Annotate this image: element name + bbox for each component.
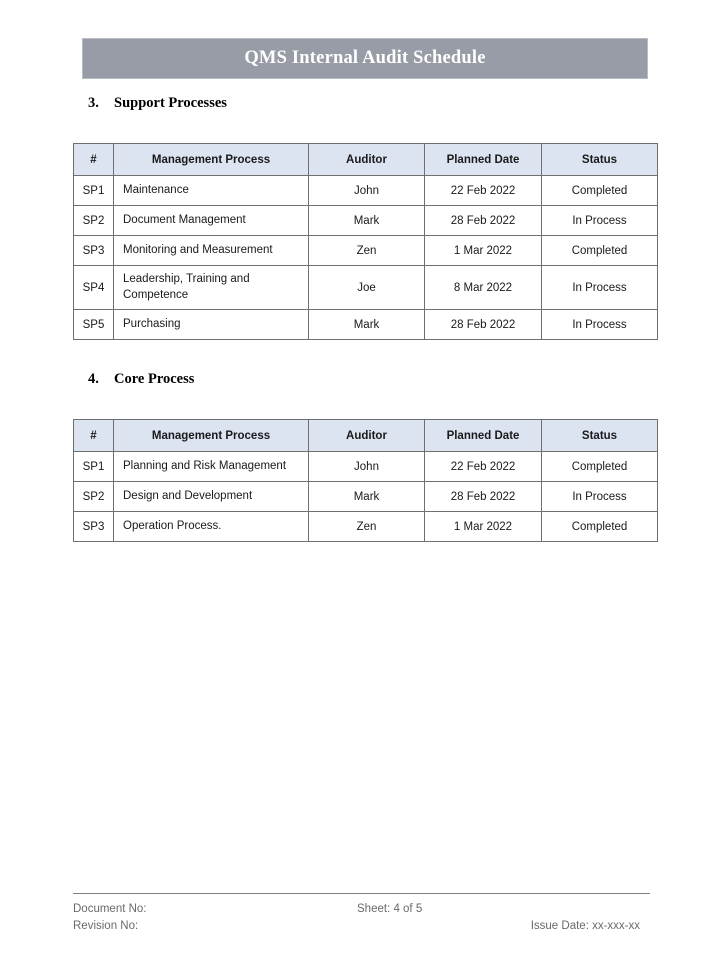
footer-document-no: Document No: <box>73 903 147 915</box>
cell-number: SP3 <box>73 235 114 266</box>
cell-process: Design and Development <box>113 481 309 512</box>
cell-auditor: Zen <box>308 235 425 266</box>
footer-divider <box>73 893 650 894</box>
table-header-row: # Management Process Auditor Planned Dat… <box>73 419 658 452</box>
cell-number: SP5 <box>73 309 114 340</box>
cell-planned-date: 28 Feb 2022 <box>424 205 542 236</box>
cell-status: Completed <box>541 511 658 542</box>
core-process-table: # Management Process Auditor Planned Dat… <box>73 419 658 542</box>
section-heading-core-process: 4. Core Process <box>88 371 194 388</box>
cell-planned-date: 22 Feb 2022 <box>424 175 542 206</box>
document-title-banner: QMS Internal Audit Schedule <box>82 38 648 79</box>
section-heading-support-processes: 3. Support Processes <box>88 95 227 112</box>
table-row: SP5 Purchasing Mark 28 Feb 2022 In Proce… <box>73 309 658 340</box>
column-header-process: Management Process <box>113 143 309 176</box>
cell-planned-date: 22 Feb 2022 <box>424 451 542 482</box>
cell-status: In Process <box>541 205 658 236</box>
cell-auditor: Mark <box>308 309 425 340</box>
table-row: SP3 Operation Process. Zen 1 Mar 2022 Co… <box>73 511 658 542</box>
cell-auditor: John <box>308 451 425 482</box>
cell-process: Purchasing <box>113 309 309 340</box>
cell-auditor: Mark <box>308 481 425 512</box>
section-label: Support Processes <box>114 95 227 111</box>
column-header-number: # <box>73 419 114 452</box>
cell-auditor: Mark <box>308 205 425 236</box>
table-row: SP2 Design and Development Mark 28 Feb 2… <box>73 481 658 512</box>
cell-status: Completed <box>541 451 658 482</box>
cell-process: Document Management <box>113 205 309 236</box>
cell-status: In Process <box>541 481 658 512</box>
cell-process: Monitoring and Measurement <box>113 235 309 266</box>
cell-number: SP4 <box>73 265 114 310</box>
section-label: Core Process <box>114 371 195 387</box>
cell-number: SP1 <box>73 451 114 482</box>
cell-planned-date: 28 Feb 2022 <box>424 309 542 340</box>
column-header-planned-date: Planned Date <box>424 143 542 176</box>
cell-number: SP3 <box>73 511 114 542</box>
cell-planned-date: 1 Mar 2022 <box>424 511 542 542</box>
column-header-auditor: Auditor <box>308 143 425 176</box>
column-header-planned-date: Planned Date <box>424 419 542 452</box>
cell-process: Planning and Risk Management <box>113 451 309 482</box>
footer-revision-no: Revision No: <box>73 920 139 932</box>
table-row: SP3 Monitoring and Measurement Zen 1 Mar… <box>73 235 658 266</box>
table-row: SP1 Planning and Risk Management John 22… <box>73 451 658 482</box>
cell-number: SP2 <box>73 205 114 236</box>
cell-status: In Process <box>541 309 658 340</box>
cell-status: Completed <box>541 235 658 266</box>
footer-sheet-number: Sheet: 4 of 5 <box>357 903 423 915</box>
cell-planned-date: 8 Mar 2022 <box>424 265 542 310</box>
cell-status: Completed <box>541 175 658 206</box>
cell-process: Maintenance <box>113 175 309 206</box>
column-header-number: # <box>73 143 114 176</box>
cell-auditor: Zen <box>308 511 425 542</box>
column-header-status: Status <box>541 419 658 452</box>
support-processes-table: # Management Process Auditor Planned Dat… <box>73 143 658 340</box>
column-header-process: Management Process <box>113 419 309 452</box>
footer-issue-date: Issue Date: xx-xxx-xx <box>530 920 640 932</box>
table-row: SP1 Maintenance John 22 Feb 2022 Complet… <box>73 175 658 206</box>
page-footer: Document No: Sheet: 4 of 5 Revision No: … <box>73 893 650 943</box>
column-header-auditor: Auditor <box>308 419 425 452</box>
column-header-status: Status <box>541 143 658 176</box>
table-row: SP2 Document Management Mark 28 Feb 2022… <box>73 205 658 236</box>
section-number: 3. <box>88 95 99 111</box>
cell-number: SP2 <box>73 481 114 512</box>
cell-auditor: John <box>308 175 425 206</box>
document-page: QMS Internal Audit Schedule 3. Support P… <box>0 0 720 969</box>
cell-planned-date: 1 Mar 2022 <box>424 235 542 266</box>
section-number: 4. <box>88 371 99 387</box>
cell-planned-date: 28 Feb 2022 <box>424 481 542 512</box>
page-title: QMS Internal Audit Schedule <box>244 48 486 68</box>
cell-process: Operation Process. <box>113 511 309 542</box>
table-header-row: # Management Process Auditor Planned Dat… <box>73 143 658 176</box>
table-row: SP4 Leadership, Training and Competence … <box>73 265 658 310</box>
cell-status: In Process <box>541 265 658 310</box>
cell-process: Leadership, Training and Competence <box>113 265 309 310</box>
cell-auditor: Joe <box>308 265 425 310</box>
cell-number: SP1 <box>73 175 114 206</box>
